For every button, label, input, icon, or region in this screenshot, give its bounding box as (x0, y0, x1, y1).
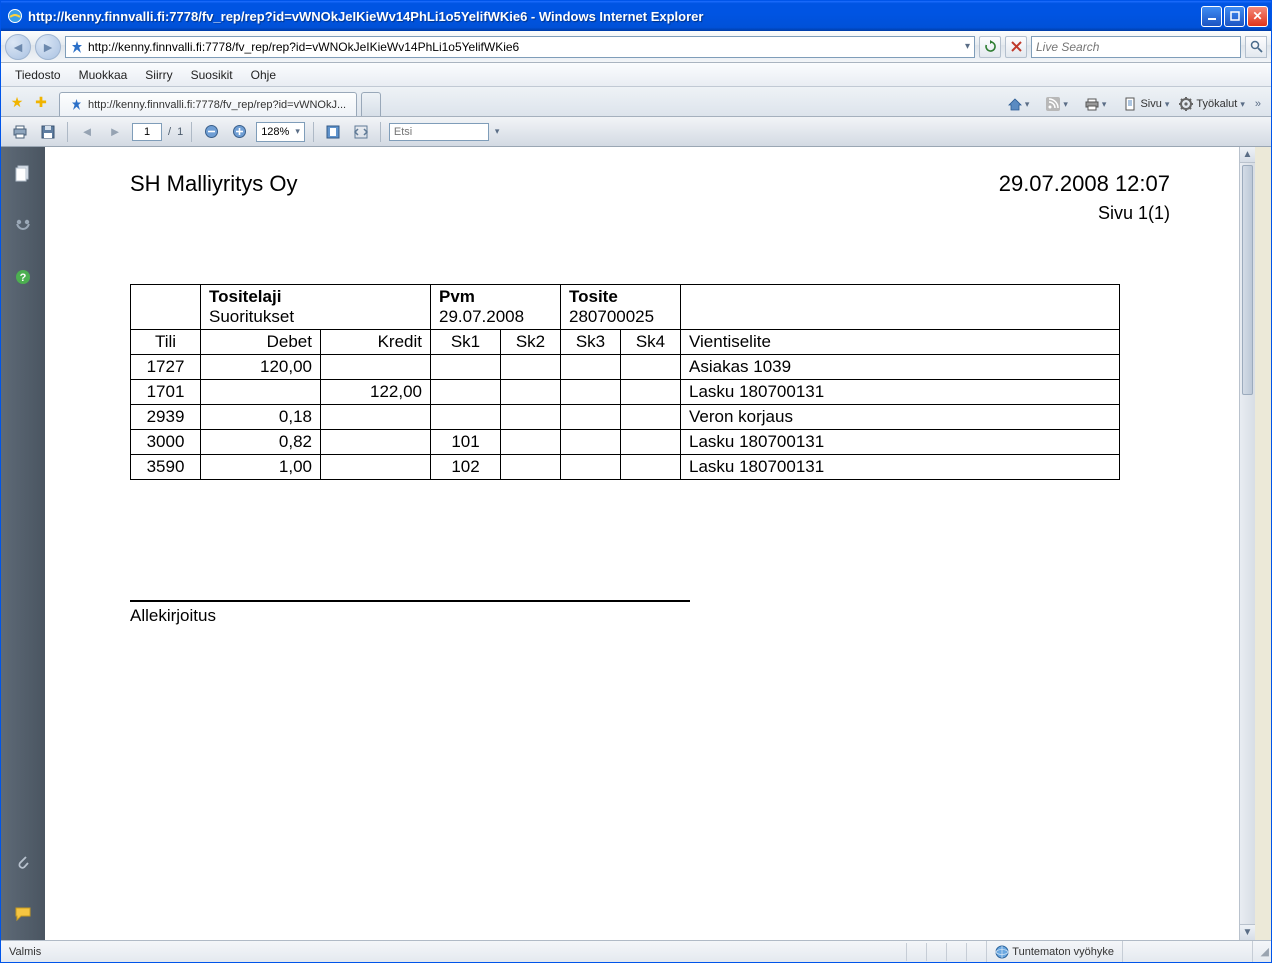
ie-window: http://kenny.finnvalli.fi:7778/fv_rep/re… (0, 0, 1272, 963)
table-row: 1701122,00Lasku 180700131 (131, 380, 1120, 405)
address-url: http://kenny.finnvalli.fi:7778/fv_rep/re… (88, 40, 961, 54)
tab-favicon-icon (70, 98, 83, 111)
print-button[interactable] (1081, 95, 1111, 113)
content-area: ? SH Malliyritys Oy 29.07.2008 12:07 Siv… (1, 147, 1271, 940)
col-selite: Vientiselite (681, 330, 1120, 355)
table-row: 1727120,00Asiakas 1039 (131, 355, 1120, 380)
pdf-help-button[interactable]: ? (11, 265, 35, 289)
pdf-fit-width-button[interactable] (350, 121, 372, 143)
status-zone: Tuntematon vyöhyke (1012, 946, 1114, 958)
pdf-print-button[interactable] (9, 121, 31, 143)
pdf-find-dropdown-icon[interactable]: ▾ (495, 126, 500, 137)
pdf-page-sep: / (168, 126, 171, 138)
th-tositelaji: Tositelaji (209, 287, 281, 306)
voucher-table: Tositelaji Suoritukset Pvm 29.07.2008 To… (130, 284, 1120, 480)
search-input[interactable] (1036, 40, 1236, 54)
col-sk3: Sk3 (561, 330, 621, 355)
ie-logo-icon (7, 8, 23, 24)
page-menu[interactable]: Sivu (1119, 95, 1173, 113)
th-tosite: Tosite (569, 287, 618, 306)
status-bar: Valmis Tuntematon vyöhyke ◢ (1, 940, 1271, 962)
pdf-prev-page-button[interactable]: ◄ (76, 121, 98, 143)
col-sk1: Sk1 (431, 330, 501, 355)
resize-grip-icon[interactable]: ◢ (1253, 943, 1271, 960)
scroll-down-icon[interactable]: ▼ (1240, 924, 1255, 940)
close-button[interactable]: ✕ (1247, 6, 1268, 27)
page-favicon-icon (70, 40, 84, 54)
menu-favorites[interactable]: Suosikit (183, 65, 241, 85)
pdf-toolbar: ◄ ► / 1 128%▾ ▾ (1, 117, 1271, 147)
menu-help[interactable]: Ohje (243, 65, 284, 85)
pdf-zoom-select[interactable]: 128%▾ (256, 122, 305, 142)
back-button[interactable]: ◄ (5, 34, 31, 60)
tab-strip: ★ ✚ http://kenny.finnvalli.fi:7778/fv_re… (1, 87, 1271, 117)
tools-menu[interactable]: Työkalut (1175, 95, 1249, 113)
vertical-scrollbar[interactable]: ▲ ▼ (1239, 147, 1255, 940)
maximize-button[interactable] (1224, 6, 1245, 27)
menu-go[interactable]: Siirry (137, 65, 180, 85)
stop-button[interactable] (1005, 36, 1027, 58)
menu-bar: Tiedosto Muokkaa Siirry Suosikit Ohje (1, 63, 1271, 87)
globe-icon (995, 945, 1009, 959)
pdf-find-input[interactable] (389, 123, 489, 141)
pdf-viewport[interactable]: SH Malliyritys Oy 29.07.2008 12:07 Sivu … (45, 147, 1271, 940)
refresh-button[interactable] (979, 36, 1001, 58)
search-go-button[interactable] (1245, 36, 1267, 58)
address-dropdown-icon[interactable]: ▾ (965, 41, 970, 52)
tab-label: http://kenny.finnvalli.fi:7778/fv_rep/re… (88, 99, 346, 111)
toolbar-chevron-icon[interactable]: » (1251, 96, 1265, 112)
report-company: SH Malliyritys Oy (130, 171, 297, 197)
search-box[interactable] (1031, 36, 1241, 58)
table-row: 30000,82101Lasku 180700131 (131, 430, 1120, 455)
navigation-bar: ◄ ► http://kenny.finnvalli.fi:7778/fv_re… (1, 31, 1271, 63)
scroll-thumb[interactable] (1242, 165, 1253, 395)
home-button[interactable] (1004, 95, 1034, 113)
pdf-bookmarks-panel-button[interactable] (11, 213, 35, 237)
pdf-page-input[interactable] (132, 123, 162, 141)
val-tosite: 280700025 (569, 307, 654, 326)
pdf-attachments-button[interactable] (11, 850, 35, 874)
pdf-fit-page-button[interactable] (322, 121, 344, 143)
svg-text:?: ? (20, 272, 27, 284)
pdf-pages-panel-button[interactable] (11, 161, 35, 185)
pdf-page-total: 1 (177, 126, 183, 138)
signature-line (130, 600, 690, 602)
pdf-zoom-in-button[interactable] (228, 121, 250, 143)
table-row: 29390,18Veron korjaus (131, 405, 1120, 430)
val-pvm: 29.07.2008 (439, 307, 524, 326)
pdf-comments-button[interactable] (11, 902, 35, 926)
col-sk2: Sk2 (501, 330, 561, 355)
pdf-sidebar: ? (1, 147, 45, 940)
col-debet: Debet (201, 330, 321, 355)
col-sk4: Sk4 (621, 330, 681, 355)
command-bar: Sivu Työkalut » (1004, 95, 1265, 113)
val-tositelaji: Suoritukset (209, 307, 294, 326)
pdf-save-button[interactable] (37, 121, 59, 143)
new-tab-button[interactable] (361, 92, 381, 116)
tab-current[interactable]: http://kenny.finnvalli.fi:7778/fv_rep/re… (59, 92, 357, 116)
report-page: SH Malliyritys Oy 29.07.2008 12:07 Sivu … (60, 147, 1240, 650)
signature-label: Allekirjoitus (130, 606, 1170, 626)
add-favorite-icon[interactable]: ✚ (31, 92, 51, 112)
minimize-button[interactable] (1201, 6, 1222, 27)
forward-button[interactable]: ► (35, 34, 61, 60)
address-bar[interactable]: http://kenny.finnvalli.fi:7778/fv_rep/re… (65, 36, 975, 58)
col-tili: Tili (131, 330, 201, 355)
status-left: Valmis (9, 946, 41, 958)
pdf-next-page-button[interactable]: ► (104, 121, 126, 143)
pdf-zoom-out-button[interactable] (200, 121, 222, 143)
scroll-up-icon[interactable]: ▲ (1240, 147, 1255, 163)
menu-edit[interactable]: Muokkaa (71, 65, 136, 85)
titlebar[interactable]: http://kenny.finnvalli.fi:7778/fv_rep/re… (1, 1, 1271, 31)
table-row: 35901,00102Lasku 180700131 (131, 455, 1120, 480)
report-datetime: 29.07.2008 12:07 (999, 171, 1170, 197)
report-page-number: Sivu 1(1) (130, 203, 1170, 224)
favorites-star-icon[interactable]: ★ (7, 92, 27, 112)
col-kredit: Kredit (321, 330, 431, 355)
window-title: http://kenny.finnvalli.fi:7778/fv_rep/re… (28, 9, 1201, 24)
feeds-button[interactable] (1042, 95, 1072, 113)
menu-file[interactable]: Tiedosto (7, 65, 69, 85)
th-pvm: Pvm (439, 287, 475, 306)
